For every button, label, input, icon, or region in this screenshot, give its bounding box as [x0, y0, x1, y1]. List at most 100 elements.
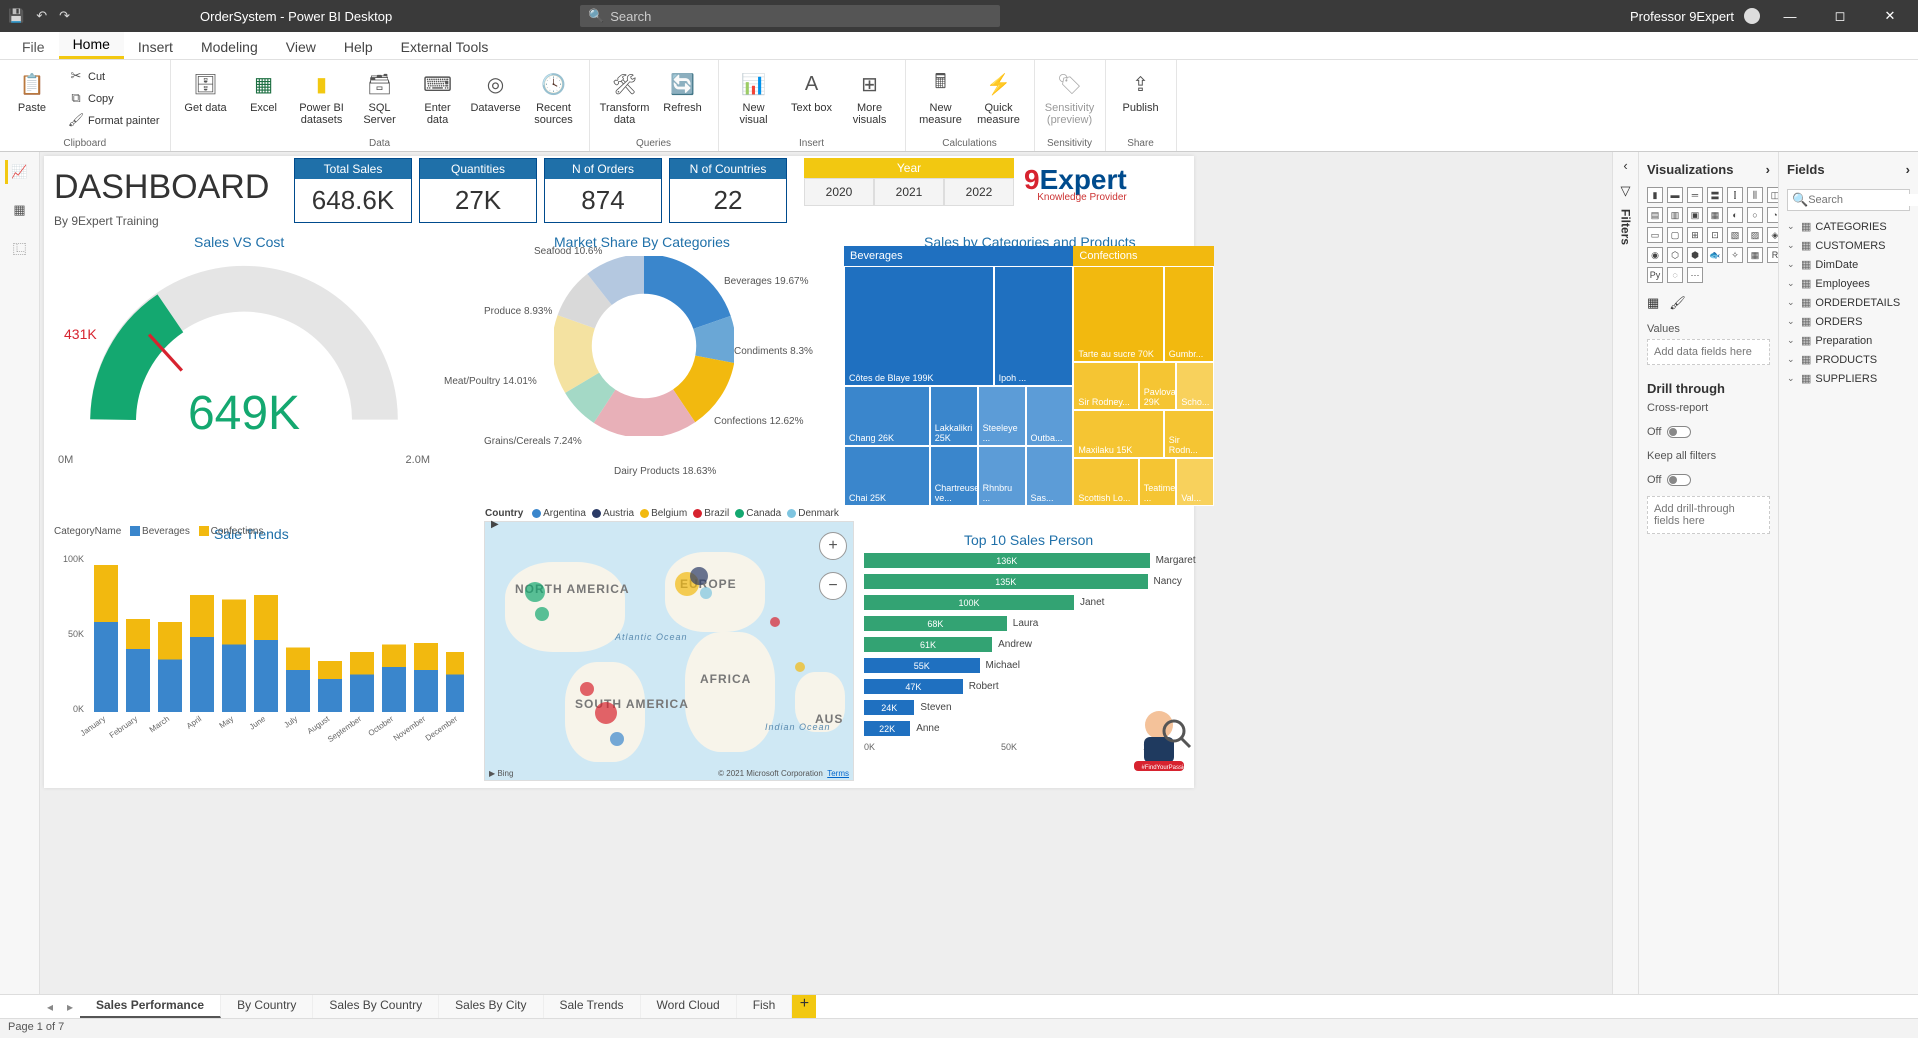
cut-button[interactable]: ✂Cut [68, 64, 160, 84]
treemap-cell[interactable]: Gumbr... [1164, 266, 1214, 362]
treemap-cell[interactable]: Scho... [1176, 362, 1214, 410]
page-tab[interactable]: By Country [221, 995, 313, 1018]
enter-data-button[interactable]: ⌨Enter data [413, 64, 463, 126]
fields-well-icon[interactable]: ▦ [1647, 295, 1659, 311]
treemap-cell[interactable]: Pavlova 29K [1139, 362, 1177, 410]
kpi-card[interactable]: N of Orders874 [544, 158, 662, 223]
filter-icon[interactable]: ▽ [1621, 183, 1631, 199]
treemap-cell[interactable]: Chang 26K [844, 386, 930, 446]
year-option[interactable]: 2020 [804, 178, 874, 206]
map-visual[interactable]: Country ArgentinaAustriaBelgiumBrazilCan… [484, 521, 854, 781]
minimize-button[interactable]: — [1770, 9, 1810, 24]
tab-file[interactable]: File [8, 35, 59, 59]
viz-type-button[interactable]: ⊞ [1687, 227, 1703, 243]
topbar-row[interactable]: 135KNancy [864, 572, 1204, 591]
map-zoom-in[interactable]: + [819, 532, 847, 560]
viz-type-button[interactable]: ▢ [1667, 227, 1683, 243]
treemap-cell[interactable]: Scottish Lo... [1073, 458, 1138, 506]
topbar-row[interactable]: 100KJanet [864, 593, 1204, 612]
map-terms-link[interactable]: Terms [827, 769, 849, 778]
sensitivity-button[interactable]: 🏷Sensitivity (preview) [1045, 64, 1095, 126]
viz-type-button[interactable]: ◉ [1647, 247, 1663, 263]
get-data-button[interactable]: 🗄Get data [181, 64, 231, 114]
dataverse-button[interactable]: ◎Dataverse [471, 64, 521, 114]
viz-type-button[interactable]: ▮ [1647, 187, 1663, 203]
model-view-button[interactable]: ⿺ [8, 236, 32, 260]
topbar-row[interactable]: 136KMargaret [864, 551, 1204, 570]
pagetab-next[interactable]: ▸ [60, 995, 80, 1018]
report-view-button[interactable]: 📈 [5, 160, 29, 184]
treemap-cell[interactable]: Val... [1176, 458, 1214, 506]
new-measure-button[interactable]: 🖩New measure [916, 64, 966, 126]
treemap-cell[interactable]: Ipoh ... [994, 266, 1074, 386]
viz-type-button[interactable]: ▦ [1747, 247, 1763, 263]
viz-type-button[interactable]: ✧ [1727, 247, 1743, 263]
topbar-row[interactable]: 68KLaura [864, 614, 1204, 633]
viz-type-button[interactable]: ═ [1687, 187, 1703, 203]
treemap-cell[interactable]: Sir Rodn... [1164, 410, 1214, 458]
kpi-card[interactable]: N of Countries22 [669, 158, 787, 223]
year-slicer[interactable]: Year 202020212022 [804, 158, 1014, 206]
topbar-row[interactable]: 47KRobert [864, 677, 1204, 696]
field-table[interactable]: ⌄▦CATEGORIES [1787, 217, 1910, 236]
tab-insert[interactable]: Insert [124, 35, 187, 59]
tab-external[interactable]: External Tools [387, 35, 503, 59]
field-table[interactable]: ⌄▦CUSTOMERS [1787, 236, 1910, 255]
topbar-row[interactable]: 55KMichael [864, 656, 1204, 675]
viz-type-button[interactable]: ▣ [1687, 207, 1703, 223]
field-table[interactable]: ⌄▦DimDate [1787, 255, 1910, 274]
add-page-button[interactable]: + [792, 995, 816, 1018]
text-box-button[interactable]: AText box [787, 64, 837, 114]
treemap-cell[interactable]: Outba... [1026, 386, 1074, 446]
page-tab[interactable]: Sale Trends [544, 995, 641, 1018]
page-tab[interactable]: Sales Performance [80, 995, 221, 1018]
page-tab[interactable]: Sales By City [439, 995, 543, 1018]
recent-sources-button[interactable]: 🕓Recent sources [529, 64, 579, 126]
donut-visual[interactable]: Beverages 19.67%Condiments 8.3%Confectio… [444, 246, 844, 516]
topbar-row[interactable]: 61KAndrew [864, 635, 1204, 654]
treemap-cell[interactable]: Lakkalikri 25K [930, 386, 978, 446]
new-visual-button[interactable]: 📊New visual [729, 64, 779, 126]
more-visuals-button[interactable]: ⊞More visuals [845, 64, 895, 126]
treemap-cell[interactable]: Maxilaku 15K [1073, 410, 1163, 458]
viz-type-button[interactable]: ⫼ [1747, 187, 1763, 203]
viz-type-button[interactable]: ◐ [1727, 207, 1743, 223]
tab-home[interactable]: Home [59, 32, 124, 59]
report-canvas[interactable]: DASHBOARD By 9Expert Training Total Sale… [44, 156, 1194, 788]
tab-help[interactable]: Help [330, 35, 387, 59]
fields-search[interactable]: 🔍 [1787, 189, 1910, 211]
pbi-datasets-button[interactable]: ▮Power BI datasets [297, 64, 347, 126]
transform-data-button[interactable]: 🛠Transform data [600, 64, 650, 126]
treemap-cell[interactable]: Sas... [1026, 446, 1074, 506]
viz-type-button[interactable]: ⫿ [1727, 187, 1743, 203]
viz-type-button[interactable]: Py [1647, 267, 1663, 283]
tab-view[interactable]: View [272, 35, 330, 59]
gauge-visual[interactable]: 431K 649K 0M 2.0M [54, 256, 434, 506]
keep-filters-toggle[interactable]: Keep all filters [1647, 450, 1770, 462]
format-well-icon[interactable]: 🖌 [1669, 295, 1686, 311]
viz-type-button[interactable]: ▨ [1747, 227, 1763, 243]
values-dropzone[interactable]: Add data fields here [1647, 339, 1770, 365]
sql-server-button[interactable]: 🗃SQL Server [355, 64, 405, 126]
excel-button[interactable]: ▦Excel [239, 64, 289, 114]
canvas-area[interactable]: DASHBOARD By 9Expert Training Total Sale… [40, 152, 1612, 994]
refresh-button[interactable]: 🔄Refresh [658, 64, 708, 114]
viz-type-button[interactable]: ⊡ [1707, 227, 1723, 243]
field-table[interactable]: ⌄▦ORDERDETAILS [1787, 293, 1910, 312]
viz-type-button[interactable]: ▦ [1707, 207, 1723, 223]
data-view-button[interactable]: ▦ [8, 198, 32, 222]
treemap-cell[interactable]: Sir Rodney... [1073, 362, 1138, 410]
trends-visual[interactable]: CategoryName Beverages Confections 100K5… [54, 526, 464, 786]
treemap-cell[interactable]: Teatime ... [1139, 458, 1177, 506]
undo-icon[interactable]: ↶ [36, 8, 47, 24]
format-painter-button[interactable]: 🖌Format painter [68, 108, 160, 128]
pagetab-prev[interactable]: ◂ [40, 995, 60, 1018]
paste-button[interactable]: 📋Paste [7, 64, 57, 114]
user-name[interactable]: Professor 9Expert [1630, 9, 1734, 24]
kpi-card[interactable]: Quantities27K [419, 158, 537, 223]
viz-type-button[interactable]: ⋯ [1687, 267, 1703, 283]
treemap-cell[interactable]: Chartreuse ve... [930, 446, 978, 506]
treemap-cell[interactable]: Tarte au sucre 70K [1073, 266, 1163, 362]
expand-icon[interactable]: › [1906, 162, 1910, 177]
viz-type-button[interactable]: ◌ [1667, 267, 1683, 283]
